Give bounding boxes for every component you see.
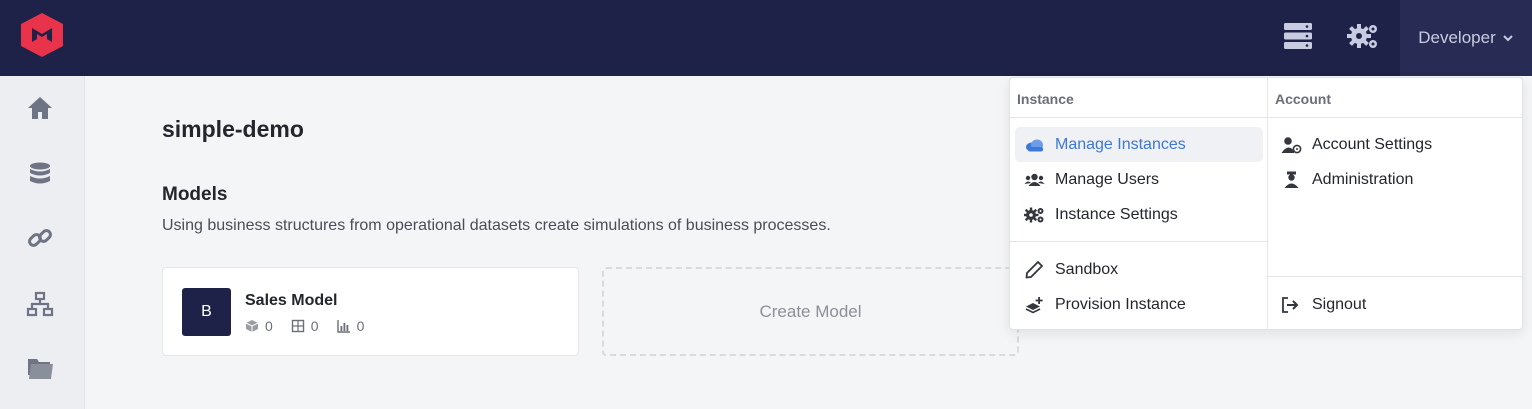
menu-item-administration[interactable]: Administration <box>1272 162 1518 197</box>
bar-chart-icon <box>336 320 350 333</box>
section-description: Using business structures from operation… <box>162 217 831 234</box>
cube-icon <box>245 320 259 332</box>
folder-icon[interactable] <box>26 354 54 382</box>
account-divider <box>1268 276 1524 277</box>
gears-icon <box>1024 207 1044 222</box>
menu-item-label: Account Settings <box>1312 135 1433 153</box>
stat-cubes-value: 0 <box>265 318 273 334</box>
stat-charts: 0 <box>336 318 365 334</box>
stat-grid-value: 0 <box>310 318 319 334</box>
user-dropdown-menu: Instance Manage Instances Manage Users I… <box>1009 77 1524 331</box>
menu-item-signout[interactable]: Signout <box>1272 287 1518 322</box>
logo-icon[interactable] <box>20 12 64 58</box>
create-model-button[interactable]: Create Model <box>602 267 1019 356</box>
model-stats: 0 0 0 <box>245 318 364 334</box>
cloud-icon <box>1026 139 1043 151</box>
network-icon[interactable] <box>26 290 54 318</box>
menu-item-instance-settings[interactable]: Instance Settings <box>1015 197 1263 232</box>
users-icon <box>1024 173 1045 186</box>
user-cog-icon <box>1281 136 1302 153</box>
stat-grid: 0 <box>291 318 319 334</box>
menu-item-account-settings[interactable]: Account Settings <box>1272 127 1518 162</box>
home-icon[interactable] <box>26 94 54 122</box>
grid-icon <box>291 319 304 333</box>
menu-item-manage-users[interactable]: Manage Users <box>1015 162 1263 197</box>
database-icon[interactable] <box>26 160 54 188</box>
menu-item-provision-instance[interactable]: Provision Instance <box>1015 287 1263 322</box>
menu-item-label: Provision Instance <box>1055 295 1186 313</box>
signout-icon <box>1282 296 1299 313</box>
account-header: Account <box>1268 78 1524 118</box>
user-menu-label: Developer <box>1418 28 1496 47</box>
create-model-label: Create Model <box>759 301 862 321</box>
instance-divider <box>1010 241 1267 242</box>
instance-column: Instance Manage Instances Manage Users I… <box>1010 78 1268 331</box>
instance-header: Instance <box>1010 78 1267 118</box>
chevron-down-icon <box>1503 35 1513 42</box>
model-avatar: B <box>182 288 231 336</box>
model-name: Sales Model <box>245 292 338 309</box>
stat-cubes: 0 <box>245 318 273 334</box>
page-title: simple-demo <box>162 116 304 142</box>
layers-plus-icon <box>1025 296 1043 313</box>
menu-item-label: Manage Users <box>1055 170 1160 188</box>
menu-item-label: Manage Instances <box>1055 135 1186 153</box>
sidebar <box>0 76 85 409</box>
top-bar: Developer <box>0 0 1532 76</box>
section-title: Models <box>162 184 228 205</box>
menu-item-sandbox[interactable]: Sandbox <box>1015 252 1263 287</box>
user-menu-button[interactable]: Developer <box>1400 0 1532 76</box>
menu-item-manage-instances[interactable]: Manage Instances <box>1015 127 1263 162</box>
admin-icon <box>1284 171 1299 188</box>
menu-item-label: Sandbox <box>1055 260 1119 278</box>
pencil-icon <box>1025 260 1043 278</box>
settings-gears-icon[interactable] <box>1346 20 1380 52</box>
servers-icon[interactable] <box>1281 20 1315 52</box>
link-icon[interactable] <box>26 224 54 252</box>
menu-item-label: Administration <box>1312 170 1414 188</box>
stat-charts-value: 0 <box>356 318 365 334</box>
account-column: Account Account Settings Administration <box>1268 78 1524 331</box>
menu-item-label: Signout <box>1312 295 1367 313</box>
model-card[interactable]: B Sales Model 0 0 0 <box>162 267 579 356</box>
menu-item-label: Instance Settings <box>1055 205 1178 223</box>
